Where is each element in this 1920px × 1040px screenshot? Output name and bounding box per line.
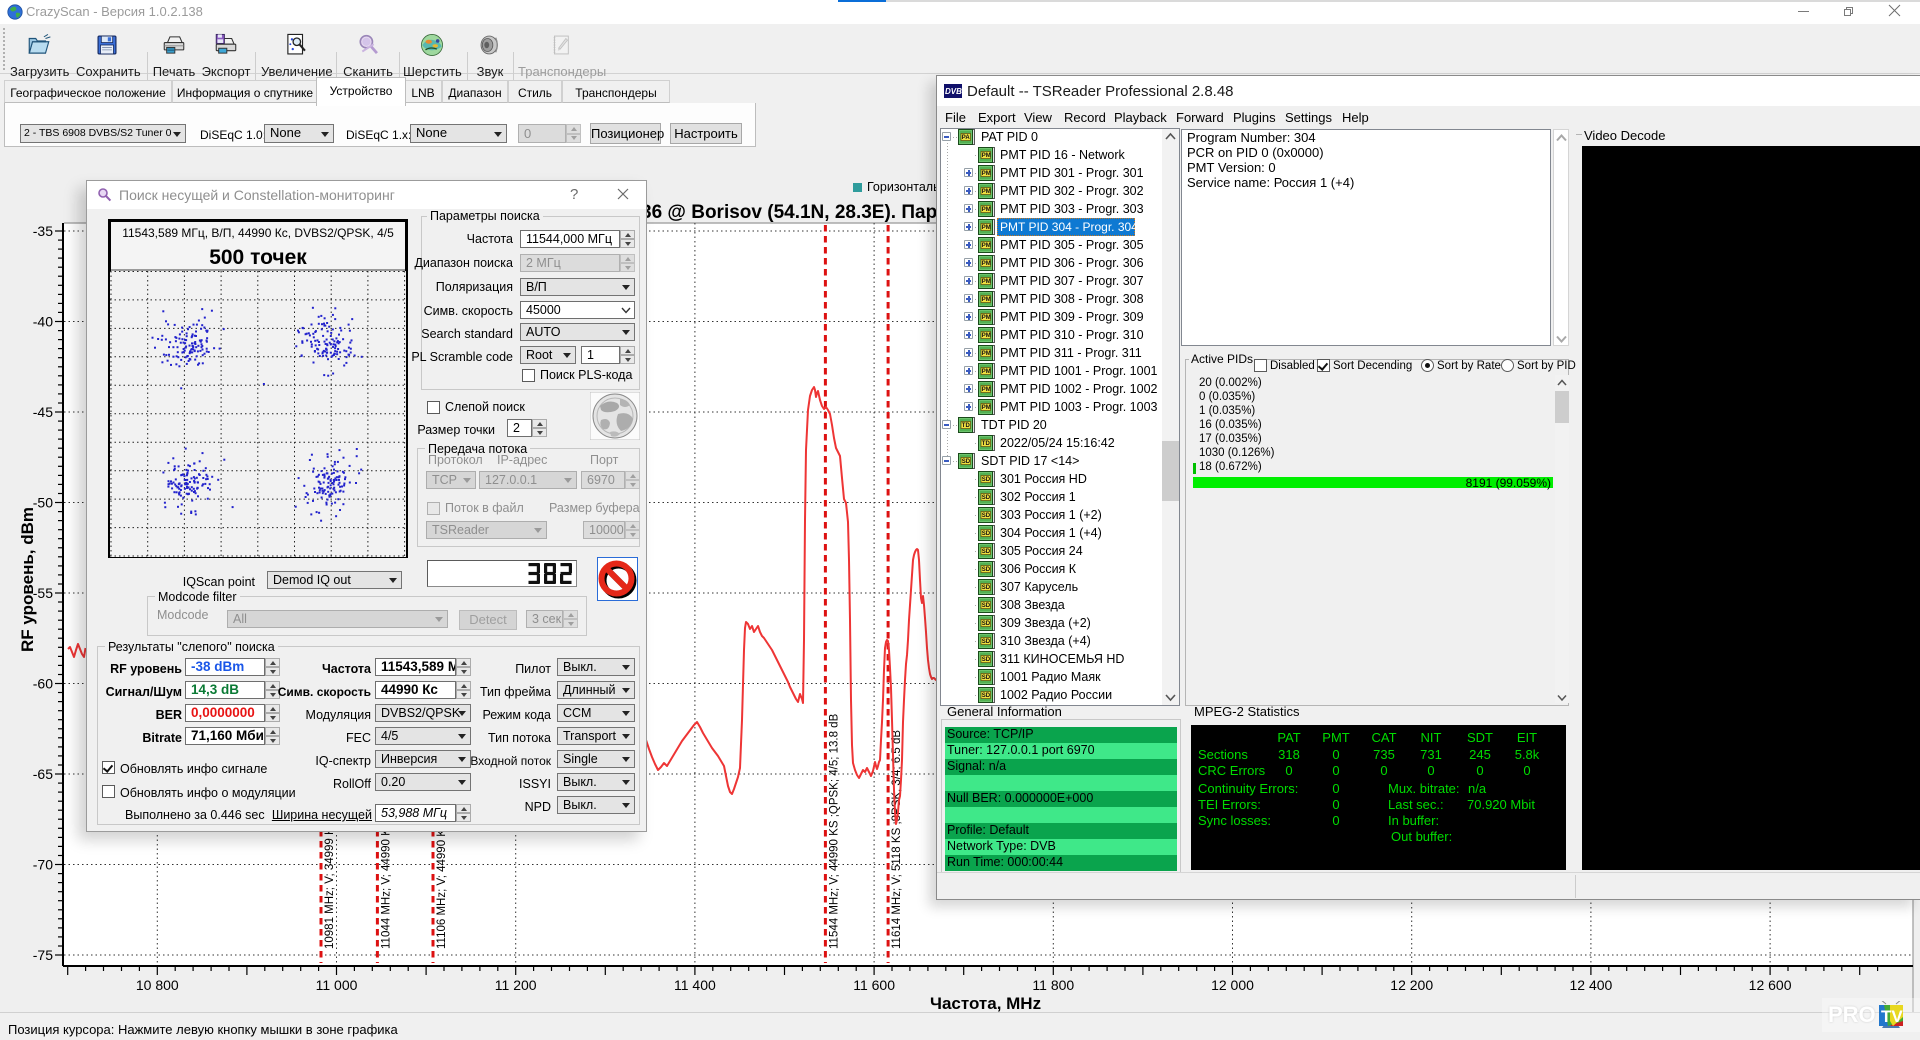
svg-text:TV: TV xyxy=(1881,1007,1903,1026)
svg-text:PM: PM xyxy=(982,333,991,339)
svg-text:TD: TD xyxy=(962,423,971,429)
svg-text:PM: PM xyxy=(982,243,991,249)
svg-text:-75: -75 xyxy=(33,947,53,963)
svg-text:11 800: 11 800 xyxy=(1032,977,1074,993)
svg-text:PM: PM xyxy=(982,369,991,375)
svg-text:SD: SD xyxy=(982,693,991,699)
svg-text:PM: PM xyxy=(982,153,991,159)
svg-text:RF уровень, dBm: RF уровень, dBm xyxy=(18,507,37,652)
svg-text:10 800: 10 800 xyxy=(136,977,179,993)
svg-text:SD: SD xyxy=(982,639,991,645)
svg-text:SD: SD xyxy=(982,675,991,681)
svg-text:PM: PM xyxy=(982,207,991,213)
svg-text:12 400: 12 400 xyxy=(1569,977,1612,993)
svg-text:PM: PM xyxy=(982,171,991,177)
svg-text:SD: SD xyxy=(982,585,991,591)
svg-text:SD: SD xyxy=(982,567,991,573)
svg-text:11106 MHz; V; 44990 KS ;: 11106 MHz; V; 44990 KS ; xyxy=(436,815,448,949)
svg-text:SD: SD xyxy=(982,621,991,627)
svg-text:11044 MHz; V; 44990 KS ;: 11044 MHz; V; 44990 KS ; xyxy=(380,814,392,949)
svg-text:SD: SD xyxy=(982,531,991,537)
svg-text:-35: -35 xyxy=(33,223,53,239)
svg-text:-45: -45 xyxy=(33,404,53,420)
svg-text:SD: SD xyxy=(982,477,991,483)
svg-text:-65: -65 xyxy=(33,766,53,782)
svg-text:PM: PM xyxy=(982,279,991,285)
svg-text:PM: PM xyxy=(982,387,991,393)
svg-text:TD: TD xyxy=(982,441,991,447)
svg-text:PM: PM xyxy=(982,297,991,303)
svg-text:-60: -60 xyxy=(33,676,53,692)
svg-text:PM: PM xyxy=(982,261,991,267)
svg-text:11 200: 11 200 xyxy=(495,977,537,993)
svg-text:12 200: 12 200 xyxy=(1390,977,1433,993)
svg-text:12 000: 12 000 xyxy=(1211,977,1254,993)
svg-text:SD: SD xyxy=(982,513,991,519)
svg-text:11 600: 11 600 xyxy=(853,977,895,993)
svg-text:11 400: 11 400 xyxy=(674,977,716,993)
svg-text:SD: SD xyxy=(982,603,991,609)
svg-text:SD: SD xyxy=(982,495,991,501)
svg-text:-40: -40 xyxy=(33,314,53,330)
svg-text:PM: PM xyxy=(982,405,991,411)
svg-text:-70: -70 xyxy=(33,857,53,873)
svg-text:12 600: 12 600 xyxy=(1749,977,1792,993)
svg-text:SD: SD xyxy=(962,459,971,465)
svg-text:PM: PM xyxy=(982,189,991,195)
svg-text:10981 MHz; V; 34999 KS ;: 10981 MHz; V; 34999 KS ; xyxy=(324,813,336,949)
svg-text:SD: SD xyxy=(982,549,991,555)
svg-text:11 000: 11 000 xyxy=(316,977,358,993)
svg-text:PM: PM xyxy=(982,225,991,231)
svg-text:PM: PM xyxy=(982,315,991,321)
svg-text:SD: SD xyxy=(982,657,991,663)
svg-text:11544 MHz; V; 44990 KS ;QPSK;: 11544 MHz; V; 44990 KS ;QPSK; 4/5; 13.8 … xyxy=(828,713,840,949)
svg-text:PA: PA xyxy=(962,135,971,141)
svg-text:DVB: DVB xyxy=(945,87,962,96)
svg-text:PM: PM xyxy=(982,351,991,357)
svg-text:Частота, MHz: Частота, MHz xyxy=(930,994,1041,1012)
